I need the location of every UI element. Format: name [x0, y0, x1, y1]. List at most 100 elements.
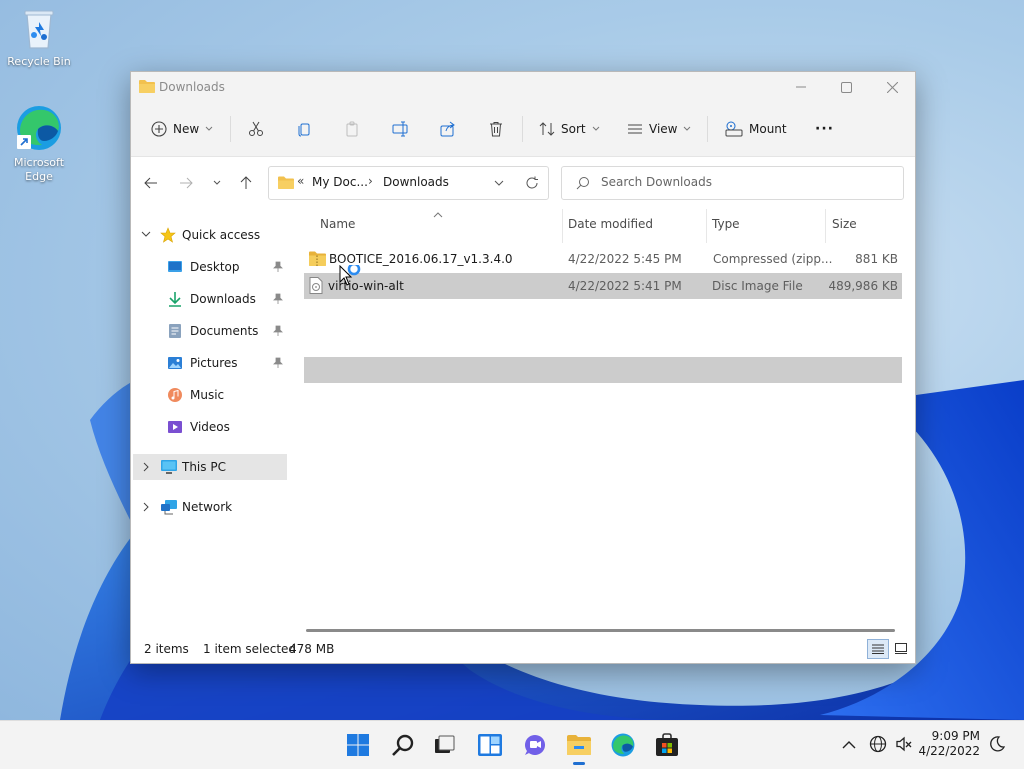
column-header-date-modified[interactable]: Date modified [568, 217, 653, 231]
search-box[interactable]: Search Downloads [561, 166, 904, 200]
volume-tray-button[interactable] [895, 735, 913, 756]
file-row[interactable] [304, 357, 902, 383]
cut-button[interactable] [248, 114, 264, 144]
sidebar-item-documents[interactable]: Documents [133, 318, 285, 344]
recycle-bin-desktop-icon[interactable]: Recycle Bin [1, 8, 77, 69]
chevron-right-icon[interactable] [143, 502, 150, 512]
chevron-down-icon[interactable] [494, 180, 504, 187]
widgets-button[interactable] [474, 729, 506, 761]
file-row-selected[interactable]: virtio-win-alt 4/22/2022 5:41 PM Disc Im… [304, 273, 902, 299]
column-header-type[interactable]: Type [712, 217, 740, 231]
file-explorer-taskbar-button[interactable] [563, 729, 595, 765]
minimize-button[interactable] [778, 72, 824, 102]
delete-button[interactable] [488, 114, 504, 144]
chevron-right-icon[interactable] [143, 462, 150, 472]
busy-cursor-icon [339, 265, 361, 286]
edge-icon [17, 106, 61, 150]
music-icon [168, 388, 182, 402]
file-size: 881 KB [855, 252, 898, 266]
file-explorer-icon [567, 735, 591, 755]
chevron-down-icon [213, 180, 221, 185]
network-icon [161, 500, 177, 515]
desktop-icon-label: Recycle Bin [7, 55, 71, 68]
mount-button[interactable]: Mount [725, 114, 787, 144]
sidebar-item-this-pc[interactable]: This PC [133, 454, 287, 480]
column-divider[interactable] [562, 209, 563, 243]
pin-icon[interactable] [273, 357, 283, 368]
pin-icon[interactable] [273, 325, 283, 336]
file-type: Disc Image File [712, 279, 803, 293]
desktop-folder-icon [168, 261, 182, 272]
sort-button[interactable]: Sort [539, 114, 600, 144]
view-icon [628, 124, 642, 134]
copy-button[interactable] [297, 114, 313, 144]
pin-icon[interactable] [273, 261, 283, 272]
share-button[interactable] [440, 114, 456, 144]
refresh-icon[interactable] [525, 176, 539, 190]
details-view-button[interactable] [867, 639, 889, 659]
file-date: 4/22/2022 5:45 PM [568, 252, 682, 266]
maximize-icon [840, 81, 852, 93]
notification-center-button[interactable] [988, 735, 1006, 756]
mount-label: Mount [749, 122, 787, 136]
sidebar-item-videos[interactable]: Videos [133, 414, 285, 440]
view-label: View [649, 122, 678, 136]
mount-disc-icon [725, 121, 743, 137]
sidebar-item-network[interactable]: Network [133, 494, 285, 520]
search-taskbar-button[interactable] [387, 729, 419, 761]
view-button[interactable]: View [627, 114, 691, 144]
large-icons-view-button[interactable] [891, 639, 911, 657]
details-view-icon [872, 644, 884, 654]
share-icon [440, 121, 455, 137]
column-divider[interactable] [706, 209, 707, 243]
pin-icon[interactable] [273, 293, 283, 304]
clock-time: 9:09 PM [931, 729, 980, 743]
recent-locations-button[interactable] [205, 173, 229, 193]
chat-button[interactable] [519, 729, 551, 761]
maximize-button[interactable] [823, 72, 869, 102]
store-icon [656, 733, 678, 756]
file-row[interactable]: BOOTICE_2016.06.17_v1.3.4.0 4/22/2022 5:… [304, 246, 902, 272]
start-button[interactable] [342, 729, 374, 761]
show-hidden-icons-button[interactable] [842, 738, 856, 752]
column-header-size[interactable]: Size [832, 217, 857, 231]
column-divider[interactable] [825, 209, 826, 243]
network-tray-button[interactable] [869, 735, 887, 756]
store-taskbar-button[interactable] [651, 729, 683, 761]
close-button[interactable] [869, 72, 915, 102]
sidebar-label: Downloads [190, 292, 256, 306]
breadcrumb-item[interactable]: My Doc... [312, 175, 368, 189]
column-header-name[interactable]: Name [320, 217, 355, 231]
sidebar-item-downloads[interactable]: Downloads [133, 286, 285, 312]
task-view-button[interactable] [428, 729, 460, 761]
arrow-right-icon [180, 177, 193, 189]
selection-size: 478 MB [289, 642, 335, 656]
sidebar-item-quick-access[interactable]: Quick access [133, 222, 285, 248]
new-button[interactable]: New [151, 114, 213, 144]
disc-image-file-icon [309, 277, 323, 294]
edge-icon [611, 733, 635, 757]
horizontal-scrollbar[interactable] [306, 629, 895, 632]
chevron-down-icon[interactable] [141, 231, 151, 238]
breadcrumb-overflow[interactable]: « [297, 174, 304, 188]
file-date: 4/22/2022 5:41 PM [568, 279, 682, 293]
address-bar[interactable]: « My Doc... › Downloads [268, 166, 549, 200]
more-options-button[interactable]: ··· [815, 114, 834, 144]
sidebar-item-music[interactable]: Music [133, 382, 285, 408]
system-clock[interactable]: 9:09 PM 4/22/2022 [918, 729, 980, 759]
arrow-left-icon [144, 177, 157, 189]
sidebar-item-pictures[interactable]: Pictures [133, 350, 285, 376]
breadcrumb-item[interactable]: Downloads [383, 175, 449, 189]
title-bar[interactable]: Downloads [131, 72, 915, 102]
rename-button[interactable] [392, 114, 410, 144]
back-button[interactable] [139, 173, 163, 193]
up-button[interactable] [234, 173, 258, 193]
sidebar-item-desktop[interactable]: Desktop [133, 254, 285, 280]
paste-button[interactable] [344, 114, 360, 144]
forward-button[interactable] [174, 173, 198, 193]
moon-icon [990, 736, 1006, 752]
file-explorer-window: Downloads New Sort View Mount ··· « My D… [130, 71, 916, 664]
breadcrumb-separator: › [368, 174, 373, 188]
edge-desktop-icon[interactable]: Microsoft Edge [1, 103, 77, 184]
edge-taskbar-button[interactable] [607, 729, 639, 761]
